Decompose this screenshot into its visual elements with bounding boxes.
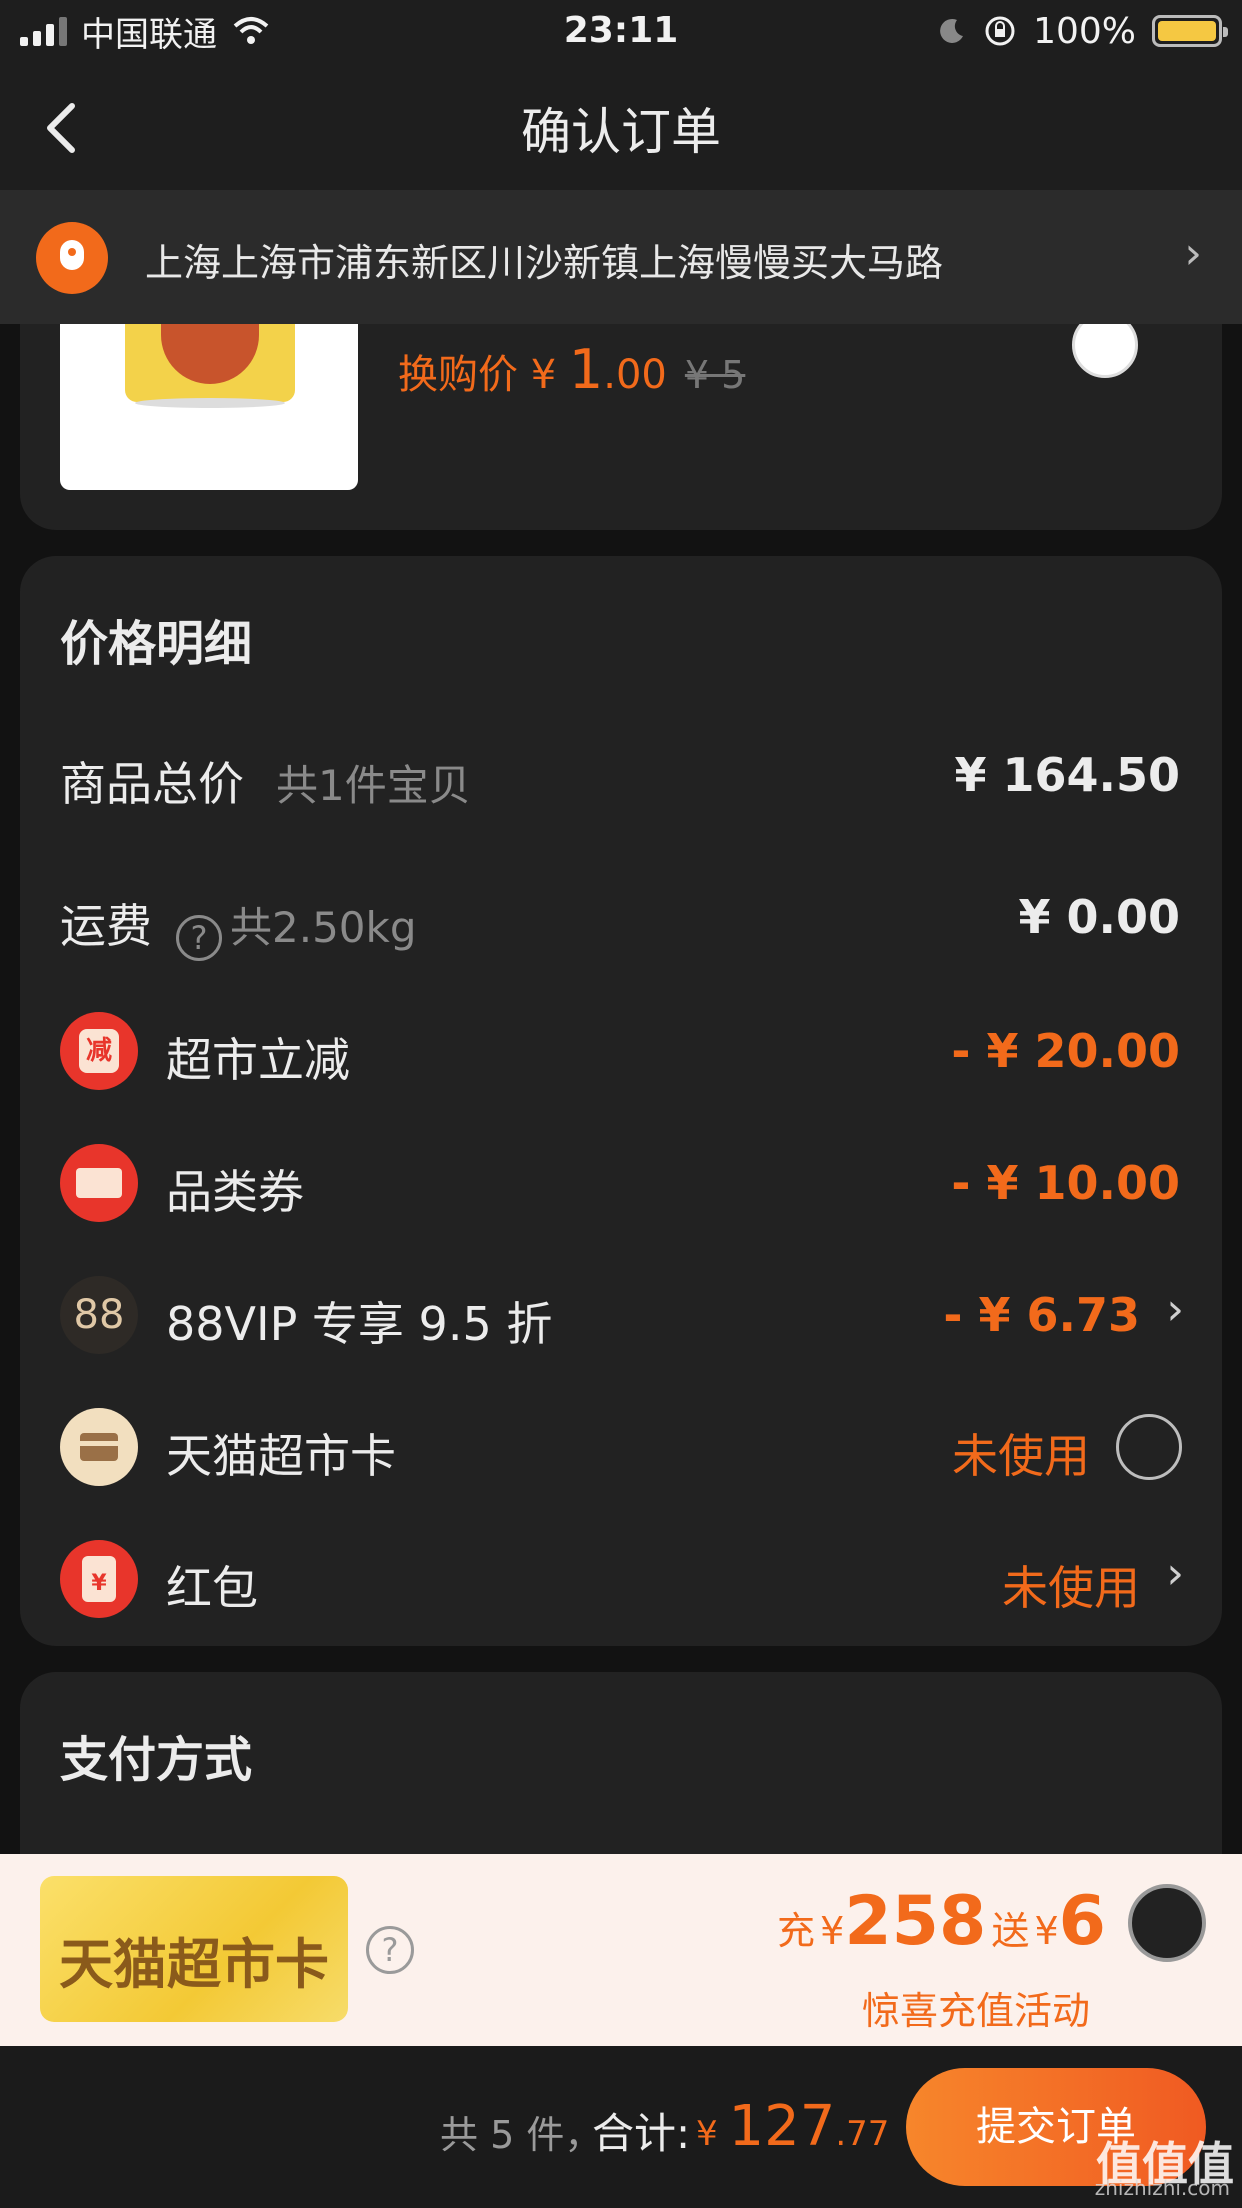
recharge-prefix: 充 [777,1909,816,1953]
page-title: 确认订单 [521,103,721,161]
shipping-label: 运费 [60,899,152,953]
recharge-subtitle: 惊喜充值活动 [861,1989,1090,2033]
recharge-radio[interactable] [1128,1884,1206,1962]
yen-sign: ¥ [1034,1909,1059,1953]
shipping-weight: 共2.50kg [230,903,417,952]
store-card-label: 天猫超市卡 [166,1429,396,1483]
goods-total-label: 商品总价 [60,757,244,811]
swap-label: 换购价 ¥ [398,352,569,398]
item-count: 共 5 件， [440,2113,603,2157]
store-card-status: 未使用 [952,1429,1090,1483]
vip-discount-value[interactable]: - ¥ 6.73 [943,1288,1140,1342]
swap-int: 1 [568,338,604,401]
total-int: 127 [728,2094,836,2159]
tmall-card-badge: 天猫超市卡 [40,1876,348,2022]
coupon-ticket-icon [60,1144,138,1222]
store-card-icon [60,1408,138,1486]
chevron-right-icon: › [1184,228,1202,279]
yen-sign: ¥ [696,2114,729,2154]
address-bar[interactable]: 上海上海市浦东新区川沙新镇上海慢慢买大马路 › [0,190,1242,324]
badge-text: 天猫超市卡 [59,1933,329,1996]
store-card-radio[interactable] [1116,1414,1182,1480]
moon-icon [940,18,964,43]
battery-icon [1152,15,1228,47]
vip88-icon: 88 [60,1276,138,1354]
total-amount: ¥ 127.77 [696,2094,889,2159]
swap-dec: .00 [603,352,667,398]
recharge-offer: 充 ¥258 送 ¥6 [777,1882,1106,1961]
payment-title: 支付方式 [60,1732,253,1788]
swap-price: 换购价 ¥ 1.00 ¥ 5 [398,338,745,401]
price-detail-title: 价格明细 [60,616,253,672]
red-packet-icon: ¥ [60,1540,138,1618]
gift-amount: 6 [1058,1882,1106,1961]
original-price: ¥ 5 [684,353,746,397]
battery-percent: 100% [1033,10,1136,52]
discount-value: - ¥ 20.00 [951,1024,1180,1078]
rotation-lock-icon [985,16,1015,46]
shipping-info: ? 共2.50kg [176,894,417,961]
location-pin-icon [36,222,108,294]
red-packet-label: 红包 [166,1561,258,1615]
gift-prefix: 送 [991,1909,1030,1953]
shipping-value: ¥ 0.00 [1018,890,1180,944]
status-right: 100% [937,10,1228,52]
chevron-right-icon[interactable]: › [1166,1548,1184,1599]
coupon-value: - ¥ 10.00 [951,1156,1180,1210]
vip-discount-label[interactable]: 88VIP 专享 9.5 折 [166,1288,552,1354]
address-text: 上海上海市浦东新区川沙新镇上海慢慢买大马路 [145,241,944,285]
total-dec: .77 [835,2114,890,2154]
watermark-url: zhizhizhi.com [1094,2176,1230,2200]
recharge-amount: 258 [844,1882,987,1961]
yen-sign: ¥ [820,1909,845,1953]
total-label: 合计: [592,2109,691,2158]
product-image[interactable] [60,324,358,490]
question-icon[interactable]: ? [176,914,222,961]
goods-total-value: ¥ 164.50 [954,748,1180,802]
question-icon[interactable]: ? [366,1926,414,1974]
coupon-label: 品类券 [166,1165,304,1219]
chevron-right-icon[interactable]: › [1166,1284,1184,1335]
goods-count: 共1件宝贝 [276,761,471,810]
discount-icon: 减 [60,1012,138,1090]
discount-label: 超市立减 [166,1033,350,1087]
red-packet-status[interactable]: 未使用 [1002,1552,1140,1618]
